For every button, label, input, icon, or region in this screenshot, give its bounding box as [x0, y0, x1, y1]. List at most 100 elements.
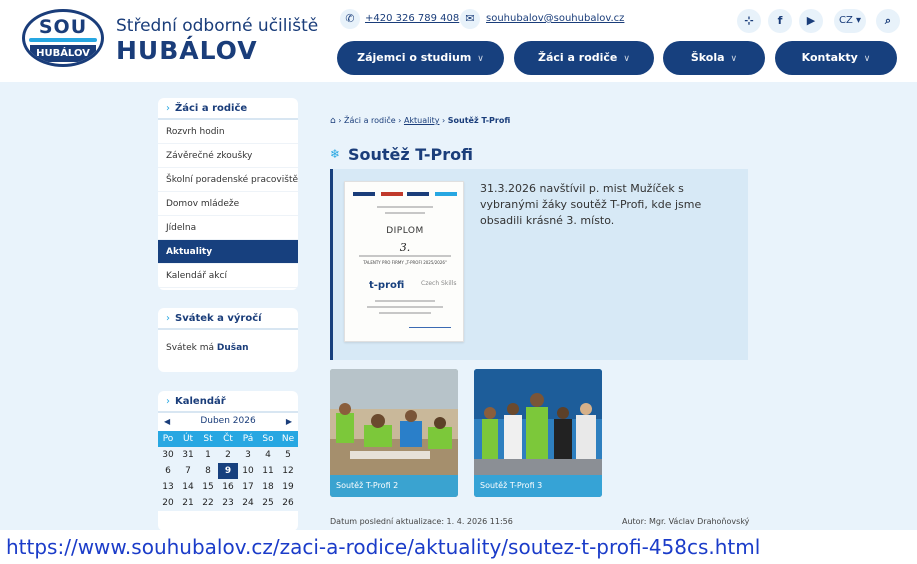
diploma-text-line: [375, 300, 435, 302]
nav-label: Kontakty: [801, 51, 858, 64]
school-logo[interactable]: SOU HUBÁLOV: [22, 9, 104, 67]
sidebar-item-kalendar-akci[interactable]: Kalendář akcí: [158, 264, 298, 288]
calendar-day[interactable]: 2: [218, 447, 238, 463]
calendar-weekday: Pá: [238, 431, 258, 447]
calendar-day[interactable]: 14: [178, 479, 198, 495]
calendar-day[interactable]: 19: [278, 479, 298, 495]
page: SOU HUBÁLOV Střední odborné učiliště HUB…: [0, 0, 917, 564]
calendar-day[interactable]: 26: [278, 495, 298, 511]
calendar-title-label: Kalendář: [175, 396, 226, 407]
calendar-day[interactable]: 22: [198, 495, 218, 511]
calendar-day[interactable]: 6: [158, 463, 178, 479]
calendar-day[interactable]: 18: [258, 479, 278, 495]
calendar-day[interactable]: 9: [218, 463, 238, 479]
calendar-nav: ◀ Duben 2026 ▶: [158, 413, 298, 431]
school-name-line1[interactable]: Střední odborné učiliště: [116, 16, 318, 36]
calendar-day[interactable]: 11: [258, 463, 278, 479]
calendar-day[interactable]: 1: [198, 447, 218, 463]
svatek-prefix: Svátek má: [166, 343, 214, 353]
calendar-weekday: Čt: [218, 431, 238, 447]
thumb-caption: Soutěž T-Profi 2: [330, 475, 458, 497]
language-select[interactable]: CZ ▾: [834, 9, 866, 33]
calendar-day[interactable]: 24: [238, 495, 258, 511]
calendar-day[interactable]: 8: [198, 463, 218, 479]
nav-label: Žáci a rodiče: [538, 51, 618, 64]
calendar-day[interactable]: 10: [238, 463, 258, 479]
calendar-day[interactable]: 17: [238, 479, 258, 495]
wrench-icon: [29, 38, 97, 42]
sponsor-logo: [407, 192, 429, 196]
calendar-day[interactable]: 31: [178, 447, 198, 463]
next-month-icon[interactable]: ▶: [286, 417, 292, 426]
url-caption: https://www.souhubalov.cz/zaci-a-rodice/…: [0, 532, 917, 564]
sidebar-item-poradenske-pracoviste[interactable]: Školní poradenské pracoviště: [158, 168, 298, 192]
chevron-right-icon: ›: [166, 313, 170, 324]
search-icon[interactable]: ⌕: [876, 9, 900, 33]
sidebar-item-aktuality[interactable]: Aktuality: [158, 240, 298, 264]
diploma-text-line: [367, 306, 443, 308]
facebook-icon[interactable]: f: [768, 9, 792, 33]
nav-zaci-a-rodice[interactable]: Žáci a rodiče ∨: [514, 41, 654, 75]
sidebar-section-title: › Žáci a rodiče: [158, 98, 298, 120]
calendar-day[interactable]: 7: [178, 463, 198, 479]
nav-kontakty[interactable]: Kontakty ∨: [775, 41, 897, 75]
calendar-week: 6 7 8 9 10 11 12: [158, 463, 298, 479]
sponsor-logo: [381, 192, 403, 196]
calendar-day[interactable]: 3: [238, 447, 258, 463]
chevron-down-icon: ∨: [477, 54, 484, 64]
diploma-image[interactable]: DIPLOM 3. TALENTY PRO FIRMY „T-PROFI 202…: [344, 181, 464, 342]
sidebar-item-jidelna[interactable]: Jídelna: [158, 216, 298, 240]
calendar-title: › Kalendář: [158, 391, 298, 413]
breadcrumb: ⌂ › Žáci a rodiče › Aktuality › Soutěž T…: [330, 116, 511, 126]
calendar-day[interactable]: 12: [278, 463, 298, 479]
czech-skills-logo: Czech Skills: [421, 280, 457, 287]
svatek-text: Svátek má Dušan: [158, 330, 298, 366]
header: SOU HUBÁLOV Střední odborné učiliště HUB…: [0, 0, 917, 82]
gallery-thumb-2[interactable]: Soutěž T-Profi 3: [474, 369, 602, 497]
chevron-down-icon: ∨: [730, 54, 738, 64]
calendar-grid: 30 31 1 2 3 4 5 6 7 8 9 10 11 12 13 14 15 16 17 18 19 20 21 22 2…: [158, 447, 298, 511]
calendar-day[interactable]: 30: [158, 447, 178, 463]
calendar-day[interactable]: 25: [258, 495, 278, 511]
sidebar-menu-box: › Žáci a rodiče Rozvrh hodin Závěrečné zk…: [158, 98, 298, 290]
calendar-day[interactable]: 15: [198, 479, 218, 495]
calendar-month: Duben 2026: [200, 416, 256, 426]
article-text: 31.3.2026 navštívil p. mist Mužíček s vy…: [480, 182, 702, 227]
calendar-week: 20 21 22 23 24 25 26: [158, 495, 298, 511]
logo-text-top: SOU: [38, 16, 88, 38]
gallery-thumb-1[interactable]: Soutěž T-Profi 2: [330, 369, 458, 497]
svatek-name: Dušan: [216, 343, 249, 353]
calendar-day[interactable]: 5: [278, 447, 298, 463]
sidebar-item-domov-mladeze[interactable]: Domov mládeže: [158, 192, 298, 216]
school-name-line2[interactable]: HUBÁLOV: [116, 36, 258, 65]
breadcrumb-aktuality[interactable]: Aktuality: [404, 116, 440, 125]
breadcrumb-zaci[interactable]: Žáci a rodiče: [344, 116, 396, 125]
snowflake-icon: ❄: [330, 147, 341, 161]
chevron-down-icon: ∨: [863, 54, 871, 64]
calendar-day[interactable]: 16: [218, 479, 238, 495]
diploma-text-line: [359, 255, 451, 257]
sidebar-item-zaverecne-zkousky[interactable]: Závěrečné zkoušky: [158, 144, 298, 168]
chevron-right-icon: ›: [166, 396, 170, 407]
chevron-right-icon: ›: [166, 103, 170, 114]
svatek-box: › Svátek a výročí Svátek má Dušan: [158, 308, 298, 372]
calendar-day[interactable]: 21: [178, 495, 198, 511]
nav-skola[interactable]: Škola ∨: [663, 41, 765, 75]
calendar-weekdays: Po Út St Čt Pá So Ne: [158, 431, 298, 447]
calendar-day[interactable]: 4: [258, 447, 278, 463]
phone-link[interactable]: +420 326 789 408: [365, 13, 459, 24]
home-icon[interactable]: ⌂: [330, 116, 336, 126]
email-link[interactable]: souhubalov@souhubalov.cz: [486, 13, 624, 24]
calendar-day[interactable]: 20: [158, 495, 178, 511]
youtube-icon[interactable]: ▶: [799, 9, 823, 33]
calendar-day[interactable]: 23: [218, 495, 238, 511]
sidebar-item-rozvrh[interactable]: Rozvrh hodin: [158, 120, 298, 144]
sidebar-section-label: Žáci a rodiče: [175, 103, 248, 114]
svatek-title: › Svátek a výročí: [158, 308, 298, 330]
diploma-talent: TALENTY PRO FIRMY „T-PROFI 2025/2026": [363, 260, 447, 265]
nav-label: Zájemci o studium: [357, 51, 472, 64]
calendar-day[interactable]: 13: [158, 479, 178, 495]
nav-zajemci[interactable]: Zájemci o studium ∨: [337, 41, 504, 75]
calendar-week: 13 14 15 16 17 18 19: [158, 479, 298, 495]
sitemap-icon[interactable]: ⊹: [737, 9, 761, 33]
